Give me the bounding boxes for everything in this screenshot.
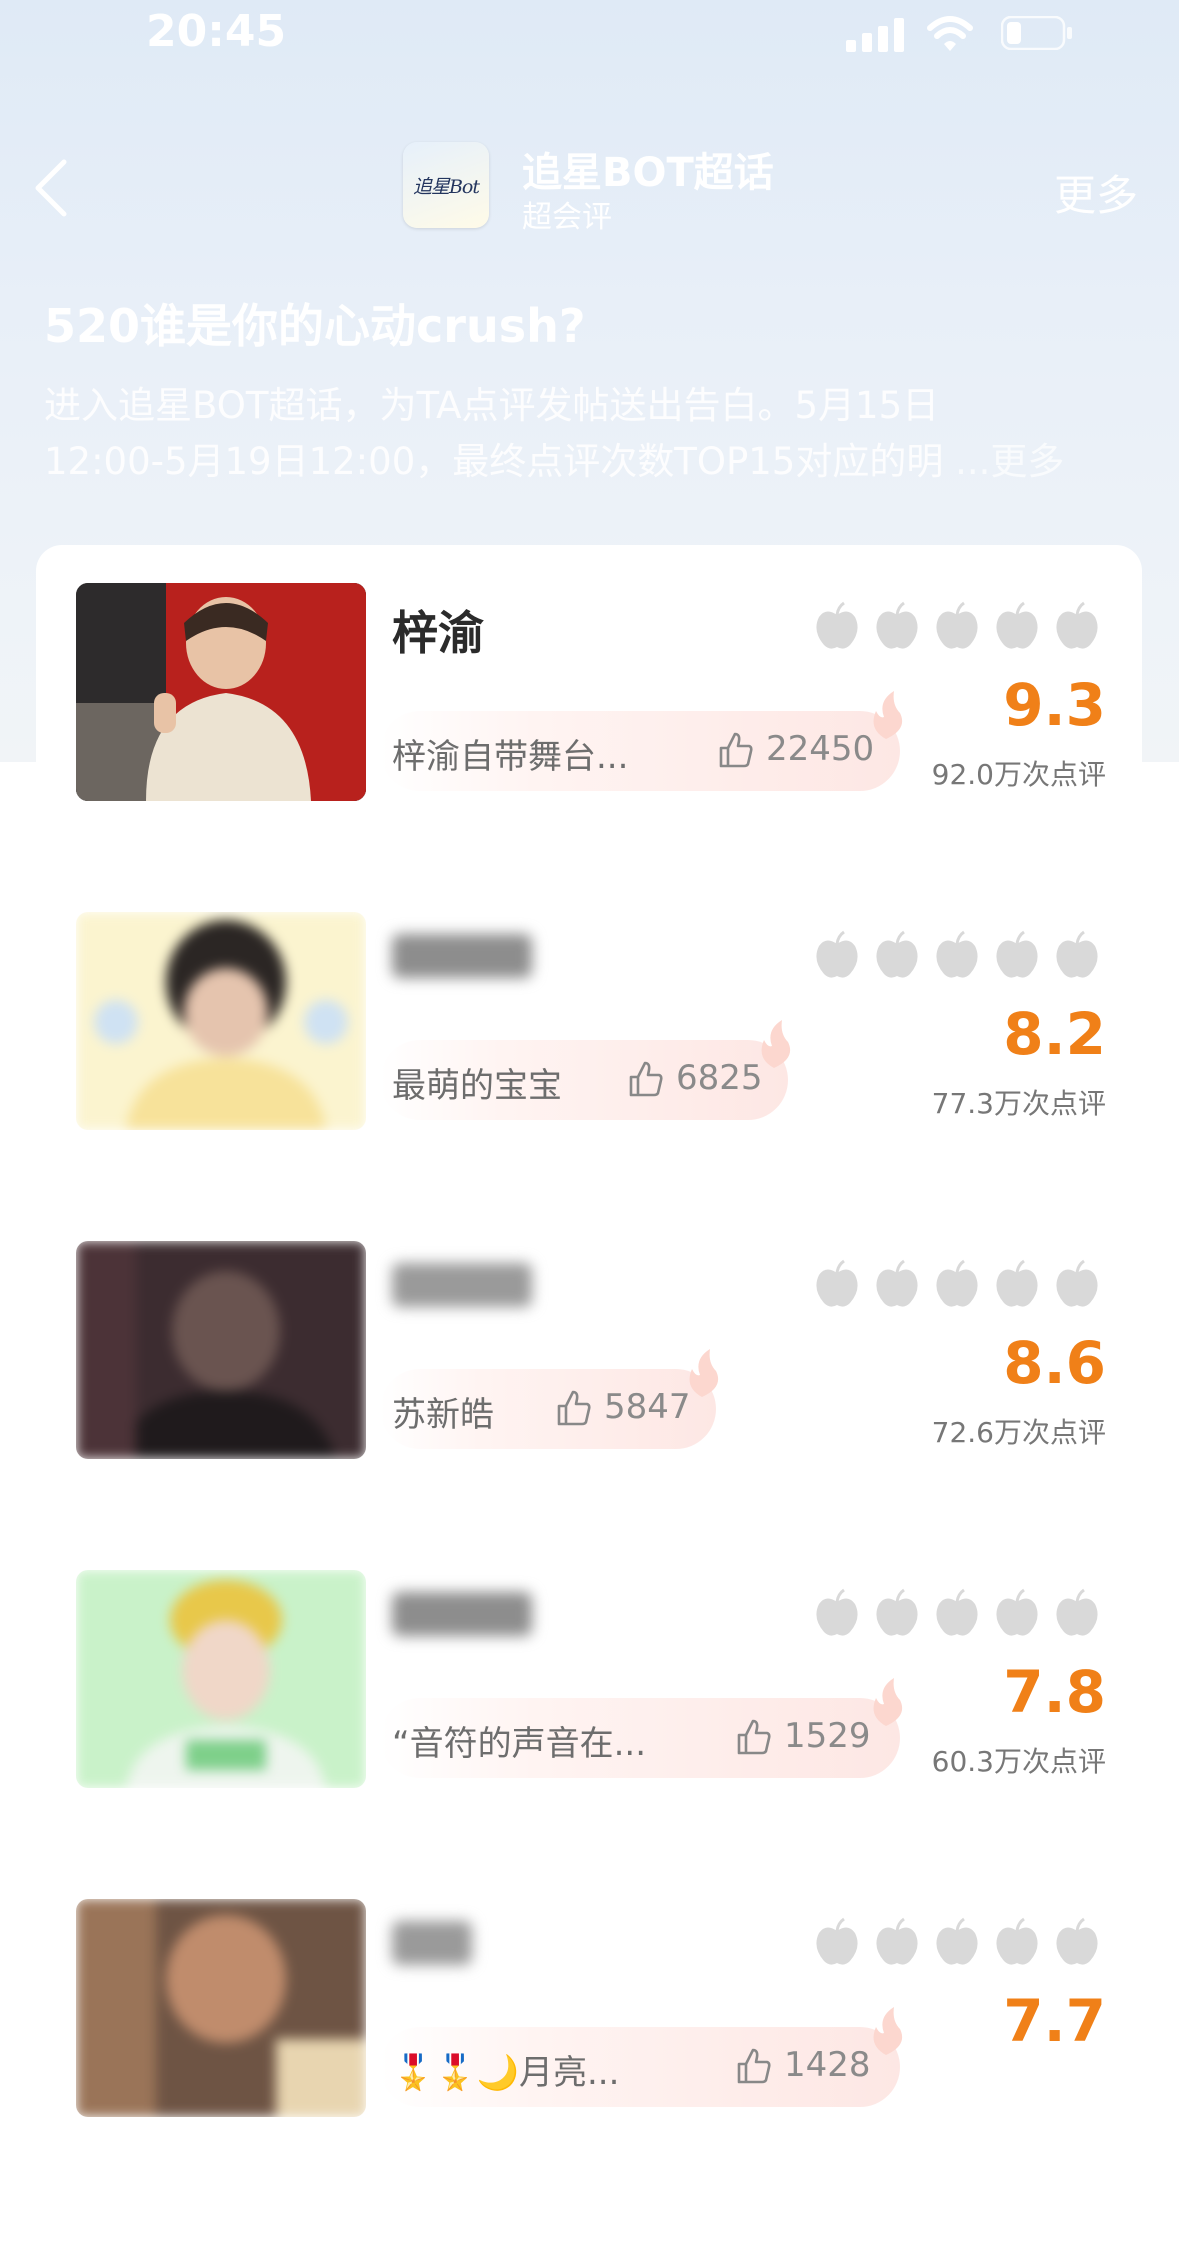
flame-icon [761, 1020, 791, 1068]
signal-icon [846, 18, 904, 52]
apple-rating [814, 930, 1104, 980]
ranking-row[interactable]: 🎖️🎖️🌙月亮... 1428 7.7 [36, 1861, 1142, 2117]
like-count: 5847 [604, 1387, 691, 1427]
review-count: 77.3万次点评 [931, 1087, 1106, 1120]
comment-text: 🎖️🎖️🌙月亮... [392, 2053, 620, 2093]
apple-rating-icon [876, 601, 918, 649]
event-headline: 520谁是你的心动crush? [44, 299, 586, 353]
apple-rating-icon [996, 930, 1038, 978]
apple-rating-icon [936, 930, 978, 978]
comment-text: 梓渝自带舞台... [392, 737, 629, 777]
apple-rating-icon [996, 1917, 1038, 1965]
review-count: 92.0万次点评 [931, 758, 1106, 791]
apple-rating-icon [816, 1259, 858, 1307]
celebrity-photo[interactable] [76, 1899, 366, 2117]
status-time: 20:45 [146, 6, 287, 57]
apple-rating [814, 1588, 1104, 1638]
battery-icon [1001, 16, 1072, 50]
apple-rating-icon [1056, 930, 1098, 978]
blurred-name-mask [392, 1263, 532, 1307]
comment-text: 最萌的宝宝 [392, 1066, 562, 1106]
description-line-1: 进入追星BOT超话，为TA点评发帖送出告白。5月15日 [44, 384, 940, 427]
thumbs-up-icon [719, 732, 753, 768]
celebrity-photo[interactable] [76, 1241, 366, 1459]
description-more-link[interactable]: ...更多 [955, 440, 1064, 483]
flame-icon [689, 1349, 719, 1397]
apple-rating-icon [996, 1259, 1038, 1307]
topic-title: 追星BOT超话 [522, 150, 774, 196]
topic-subtitle: 超会评 [522, 200, 612, 235]
apple-rating-icon [936, 1259, 978, 1307]
apple-rating-icon [1056, 1259, 1098, 1307]
top-comment[interactable]: 🎖️🎖️🌙月亮... 1428 [380, 2007, 903, 2107]
celebrity-photo[interactable] [76, 1570, 366, 1788]
apple-rating [814, 1917, 1104, 1967]
review-count: 72.6万次点评 [931, 1416, 1106, 1449]
back-arrow-icon[interactable] [28, 156, 78, 220]
ranking-row[interactable]: 最萌的宝宝 6825 8.2 77.3万次点评 [36, 874, 1142, 1130]
apple-rating-icon [816, 930, 858, 978]
ranking-row[interactable]: 苏新皓 5847 8.6 72.6万次点评 [36, 1203, 1142, 1459]
top-comment[interactable]: 苏新皓 5847 [380, 1349, 719, 1449]
flame-icon [873, 691, 903, 739]
celebrity-photo[interactable] [76, 583, 366, 801]
rating-score: 8.6 [1003, 1329, 1106, 1397]
rating-score: 7.8 [1003, 1658, 1106, 1726]
apple-rating-icon [936, 601, 978, 649]
apple-rating-icon [1056, 1588, 1098, 1636]
like-count: 1529 [784, 1716, 871, 1756]
apple-rating-icon [1056, 1917, 1098, 1965]
apple-rating [814, 601, 1104, 651]
ranking-card: 梓渝 梓渝自带舞台... 22450 9.3 92.0万次点评 最萌的宝宝 68… [36, 545, 1142, 2245]
apple-rating-icon [996, 601, 1038, 649]
top-comment[interactable]: 最萌的宝宝 6825 [380, 1020, 791, 1120]
event-description[interactable]: 进入追星BOT超话，为TA点评发帖送出告白。5月15日 12:00-5月19日1… [44, 378, 1134, 490]
apple-rating-icon [996, 1588, 1038, 1636]
celebrity-photo[interactable] [76, 912, 366, 1130]
thumbs-up-icon [557, 1390, 591, 1426]
apple-rating-icon [876, 1917, 918, 1965]
blurred-name-mask [392, 1921, 472, 1965]
celebrity-name[interactable]: 梓渝 [392, 597, 484, 663]
rating-score: 7.7 [1003, 1987, 1106, 2055]
thumbs-up-icon [737, 1719, 771, 1755]
apple-rating-icon [816, 1588, 858, 1636]
apple-rating [814, 1259, 1104, 1309]
thumbs-up-icon [629, 1061, 663, 1097]
description-line-2: 12:00-5月19日12:00，最终点评次数TOP15对应的明 [44, 440, 944, 483]
apple-rating-icon [876, 1259, 918, 1307]
top-comment[interactable]: “音符的声音在... 1529 [380, 1678, 903, 1778]
apple-rating-icon [816, 601, 858, 649]
status-bar: 20:45 [0, 0, 1179, 70]
apple-rating-icon [936, 1588, 978, 1636]
rating-score: 9.3 [1003, 671, 1106, 739]
thumbs-up-icon [737, 2048, 771, 2084]
wifi-icon [927, 16, 973, 51]
topic-logo[interactable]: 追星Bot [403, 142, 489, 228]
like-count: 6825 [676, 1058, 763, 1098]
rating-score: 8.2 [1003, 1000, 1106, 1068]
blurred-name-mask [392, 1592, 532, 1636]
comment-text: “音符的声音在... [392, 1724, 647, 1764]
flame-icon [873, 2007, 903, 2055]
like-count: 1428 [784, 2045, 871, 2085]
top-comment[interactable]: 梓渝自带舞台... 22450 [380, 691, 903, 791]
nav-bar: 追星Bot 追星BOT超话 超会评 更多 [0, 120, 1179, 250]
apple-rating-icon [876, 1588, 918, 1636]
ranking-row[interactable]: “音符的声音在... 1529 7.8 60.3万次点评 [36, 1532, 1142, 1788]
apple-rating-icon [1056, 601, 1098, 649]
comment-text: 苏新皓 [392, 1395, 494, 1435]
review-count: 60.3万次点评 [931, 1745, 1106, 1778]
blurred-name-mask [392, 934, 532, 978]
flame-icon [873, 1678, 903, 1726]
apple-rating-icon [876, 930, 918, 978]
like-count: 22450 [766, 729, 875, 769]
apple-rating-icon [936, 1917, 978, 1965]
ranking-row[interactable]: 梓渝 梓渝自带舞台... 22450 9.3 92.0万次点评 [36, 545, 1142, 801]
more-button[interactable]: 更多 [1054, 162, 1138, 223]
apple-rating-icon [816, 1917, 858, 1965]
